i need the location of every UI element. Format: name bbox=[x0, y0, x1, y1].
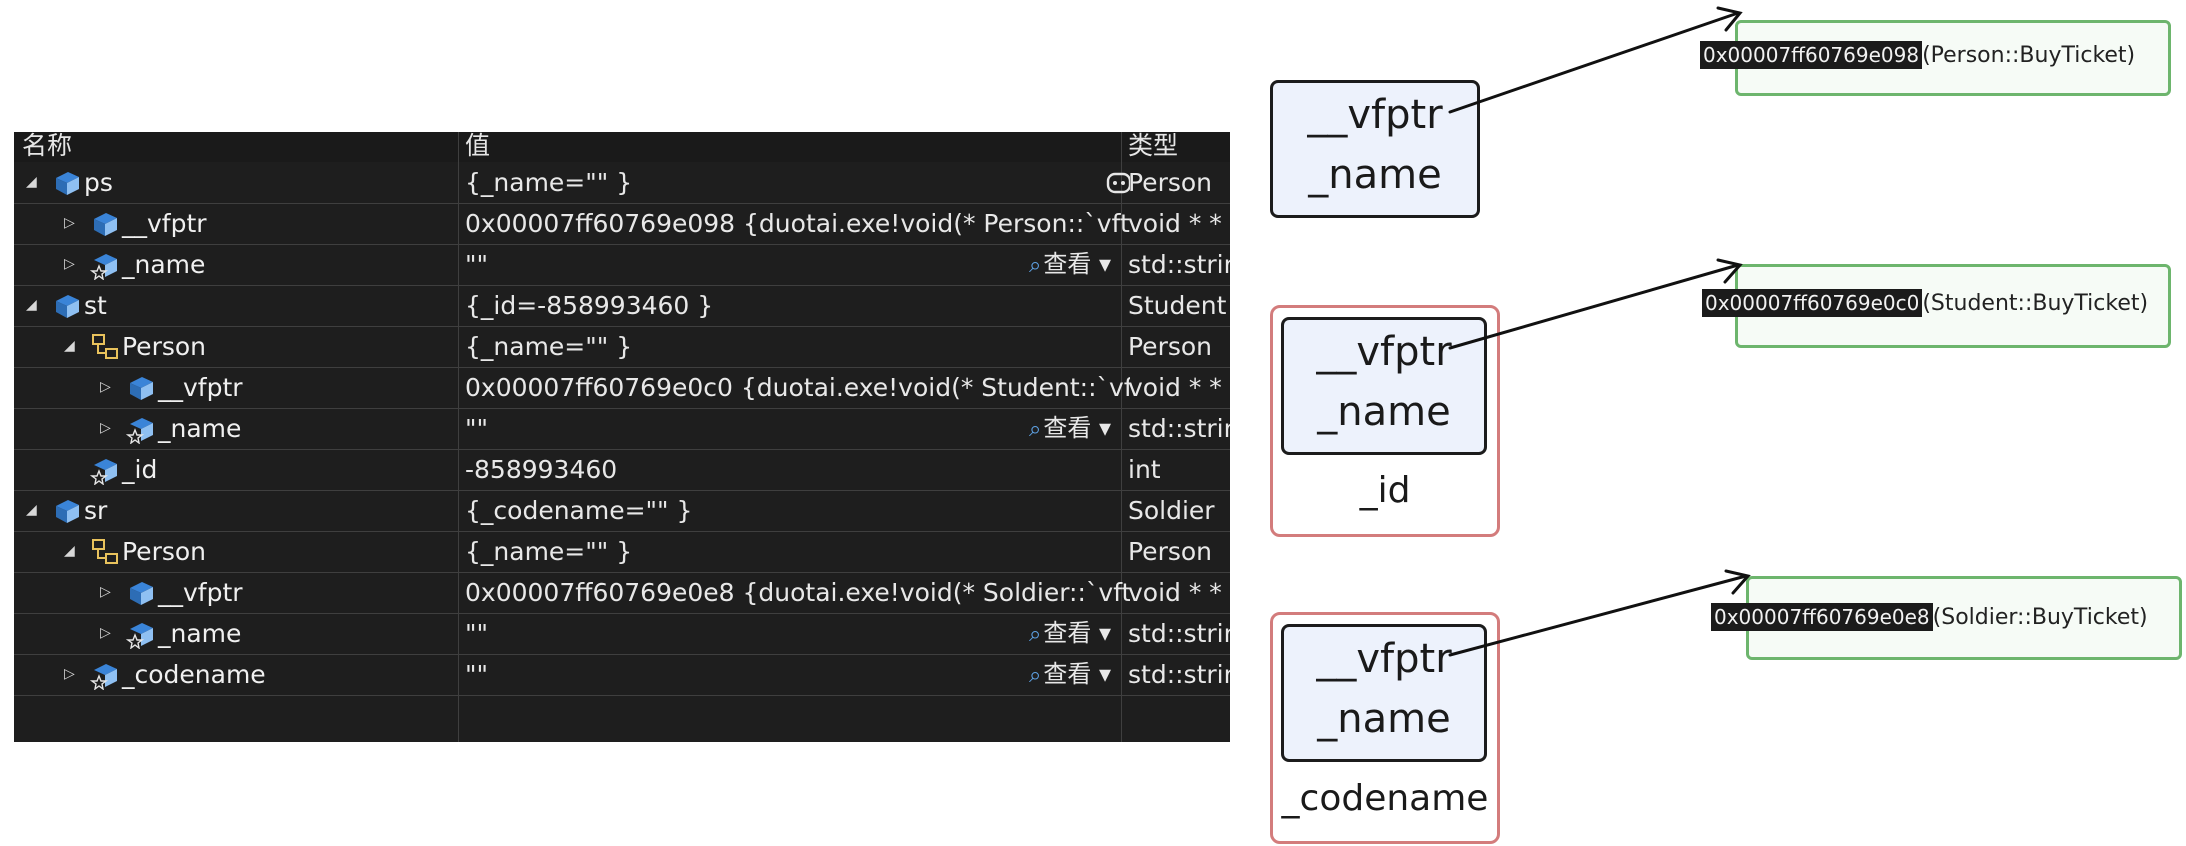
person-vfptr-arrow bbox=[1448, 11, 1740, 114]
pointer-arrows bbox=[1448, 6, 1751, 657]
soldier-vfptr-arrow bbox=[1448, 574, 1748, 657]
student-vfptr-arrow bbox=[1448, 263, 1740, 350]
